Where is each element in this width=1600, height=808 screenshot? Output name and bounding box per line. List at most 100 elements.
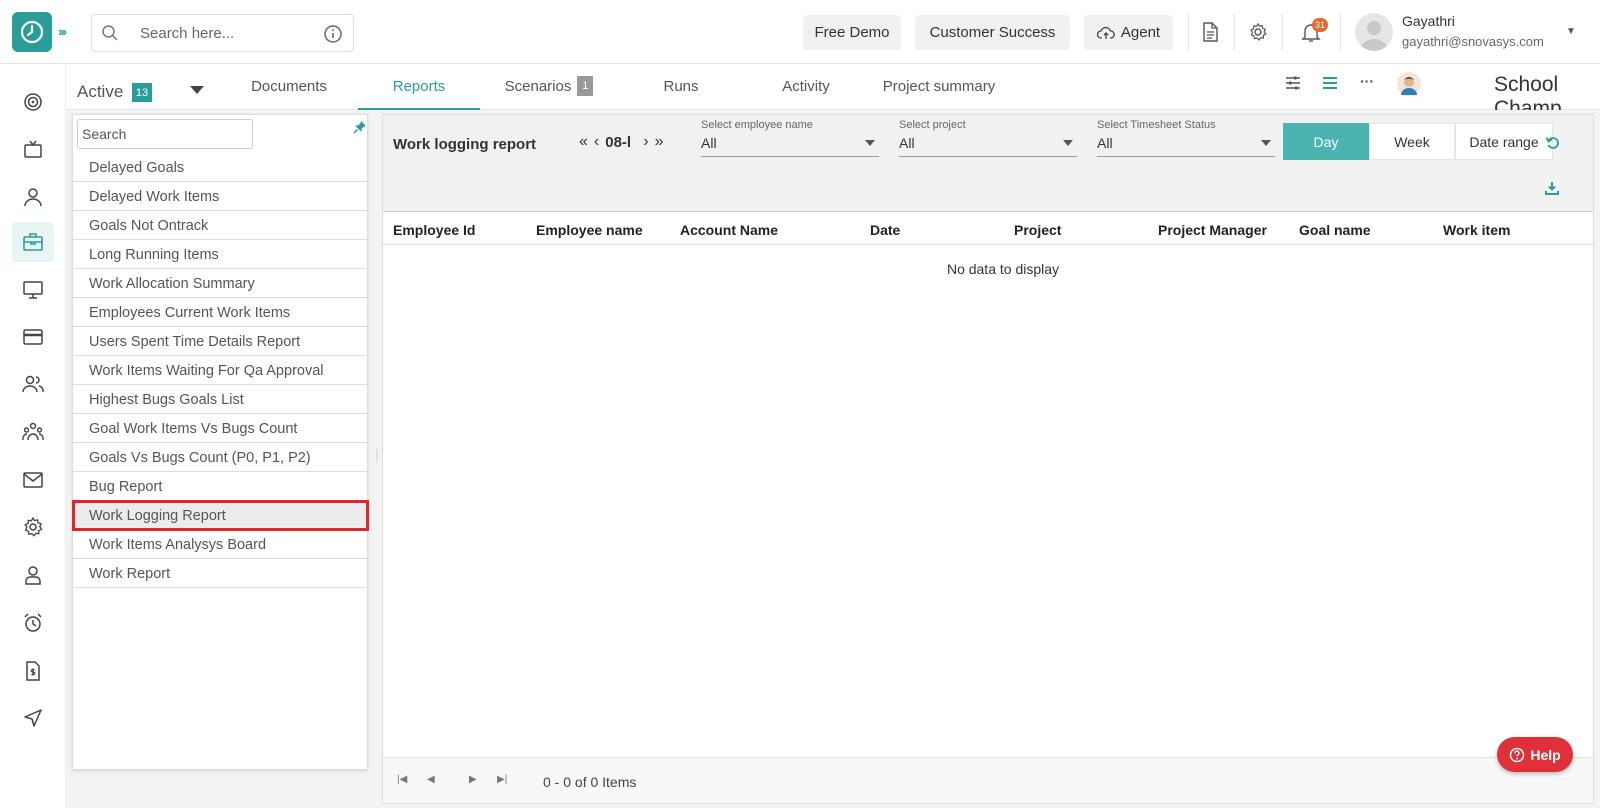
project-filter[interactable]: Select project All [899,119,1077,157]
report-search-input[interactable] [77,119,253,149]
rail-dashboard-target-icon[interactable] [12,82,54,122]
column-account-name[interactable]: Account Name [680,222,778,238]
app-logo[interactable] [12,12,52,52]
employee-filter-label: Select employee name [701,119,813,131]
tab-documents[interactable]: Documents [234,78,344,110]
user-email: gayathri@snovasys.com [1402,34,1544,49]
column-employee-id[interactable]: Employee Id [393,222,475,238]
rail-team-icon[interactable] [12,412,54,452]
clock-logo-icon [20,20,44,44]
column-project-manager[interactable]: Project Manager [1158,222,1267,238]
timesheet-status-filter[interactable]: Select Timesheet Status All [1097,119,1275,157]
report-item-employees-current-work-items[interactable]: Employees Current Work Items [73,298,368,327]
free-demo-button[interactable]: Free Demo [803,15,901,50]
rail-settings-icon[interactable] [12,507,54,547]
rail-mail-icon[interactable] [12,460,54,500]
cloud-upload-icon [1096,26,1115,39]
report-item-goals-vs-bugs-count[interactable]: Goals Vs Bugs Count (P0, P1, P2) [73,443,368,472]
employee-filter-value[interactable]: All [701,133,879,157]
report-item-waiting-qa-approval[interactable]: Work Items Waiting For Qa Approval [73,356,368,385]
tab-reports[interactable]: Reports [358,78,480,110]
agent-button[interactable]: Agent [1084,15,1173,50]
previous-page-icon[interactable]: ◀ [427,774,435,785]
pin-icon[interactable] [353,120,367,137]
tab-activity[interactable]: Activity [756,78,856,110]
report-item-delayed-work-items[interactable]: Delayed Work Items [73,182,368,211]
user-menu-caret-icon[interactable]: ▼ [1566,26,1576,37]
more-options-icon[interactable]: ··· [1360,73,1374,89]
global-search-input[interactable] [140,24,320,42]
user-name: Gayathri [1402,13,1455,29]
chevron-right-icon[interactable]: › [643,133,648,151]
list-view-icon[interactable] [1322,75,1338,94]
column-employee-name[interactable]: Employee name [536,222,643,238]
column-date[interactable]: Date [870,222,900,238]
rail-card-icon[interactable] [12,317,54,357]
rail-projects-briefcase-icon[interactable] [12,222,54,262]
tab-project-summary[interactable]: Project summary [859,78,1019,110]
tab-runs[interactable]: Runs [641,78,721,110]
help-button[interactable]: Help [1497,737,1573,772]
report-filter-area: Work logging report « ‹ 08-l › » Select … [383,115,1593,213]
rail-alarm-icon[interactable] [12,603,54,643]
first-page-icon[interactable]: |◀ [397,774,407,785]
settings-gear-icon[interactable] [1246,20,1270,44]
expand-menu-icon[interactable]: ››› [58,24,67,39]
rail-monitor-icon[interactable] [12,270,54,310]
report-item-work-allocation-summary[interactable]: Work Allocation Summary [73,269,368,298]
report-item-delayed-goals[interactable]: Delayed Goals [73,153,368,182]
next-page-icon[interactable]: ▶ [469,774,477,785]
report-item-highest-bugs-goals[interactable]: Highest Bugs Goals List [73,385,368,414]
reports-list-panel: Delayed Goals Delayed Work Items Goals N… [72,114,369,770]
report-grid-header: Employee Id Employee name Account Name D… [383,211,1593,245]
report-item-users-spent-time[interactable]: Users Spent Time Details Report [73,327,368,356]
project-avatar-icon[interactable] [1396,71,1422,100]
report-item-goals-not-ontrack[interactable]: Goals Not Ontrack [73,211,368,240]
employee-name-filter[interactable]: Select employee name All [701,119,879,157]
day-view-button[interactable]: Day [1283,123,1369,160]
report-item-work-logging-report[interactable]: Work Logging Report [72,500,369,531]
double-chevron-left-icon[interactable]: « [579,133,588,151]
tab-scenarios[interactable]: Scenarios 1 [494,76,604,110]
chevron-left-icon[interactable]: ‹ [594,133,599,151]
rail-user-icon[interactable] [12,177,54,217]
column-work-item[interactable]: Work item [1443,222,1510,238]
rail-profile-icon[interactable] [12,555,54,595]
global-search [91,14,354,52]
customer-success-button[interactable]: Customer Success [915,15,1070,50]
report-item-long-running-items[interactable]: Long Running Items [73,240,368,269]
project-filter-caret-icon [1063,140,1073,146]
filter-sliders-icon[interactable] [1284,74,1302,95]
user-avatar[interactable] [1355,13,1393,51]
refresh-icon[interactable] [1545,135,1561,154]
report-item-bug-report[interactable]: Bug Report [73,472,368,501]
active-count-badge: 13 [132,83,152,102]
panel-splitter-handle[interactable]: ⋮ ⋮ ⋮ [373,448,381,480]
active-dropdown-caret-icon[interactable] [190,86,204,94]
double-chevron-right-icon[interactable]: » [655,133,664,151]
rail-invoice-icon[interactable] [12,651,54,691]
current-date-label: 08-l [605,133,632,151]
rail-send-icon[interactable] [12,698,54,738]
document-icon[interactable] [1198,20,1222,44]
project-filter-value[interactable]: All [899,133,1077,157]
download-icon[interactable] [1545,181,1559,198]
week-view-button[interactable]: Week [1369,123,1455,160]
report-item-work-report[interactable]: Work Report [73,559,368,588]
report-main-panel: Work logging report « ‹ 08-l › » Select … [382,114,1594,804]
active-filter-label[interactable]: Active [77,82,123,102]
timesheet-filter-caret-icon [1261,140,1271,146]
rail-users-icon[interactable] [12,364,54,404]
report-item-goal-work-items-vs-bugs[interactable]: Goal Work Items Vs Bugs Count [73,414,368,443]
rail-tv-icon[interactable] [12,130,54,170]
last-page-icon[interactable]: ▶| [497,774,507,785]
column-goal-name[interactable]: Goal name [1299,222,1371,238]
report-item-work-items-analysys-board[interactable]: Work Items Analysys Board [73,530,368,559]
timesheet-status-filter-label: Select Timesheet Status [1097,119,1216,131]
no-data-message: No data to display [946,261,1060,277]
notification-count-badge: 31 [1312,18,1328,32]
timesheet-status-filter-value[interactable]: All [1097,133,1275,157]
column-project[interactable]: Project [1014,222,1061,238]
date-range-button[interactable]: Date range [1455,123,1553,160]
info-icon[interactable] [323,24,343,47]
